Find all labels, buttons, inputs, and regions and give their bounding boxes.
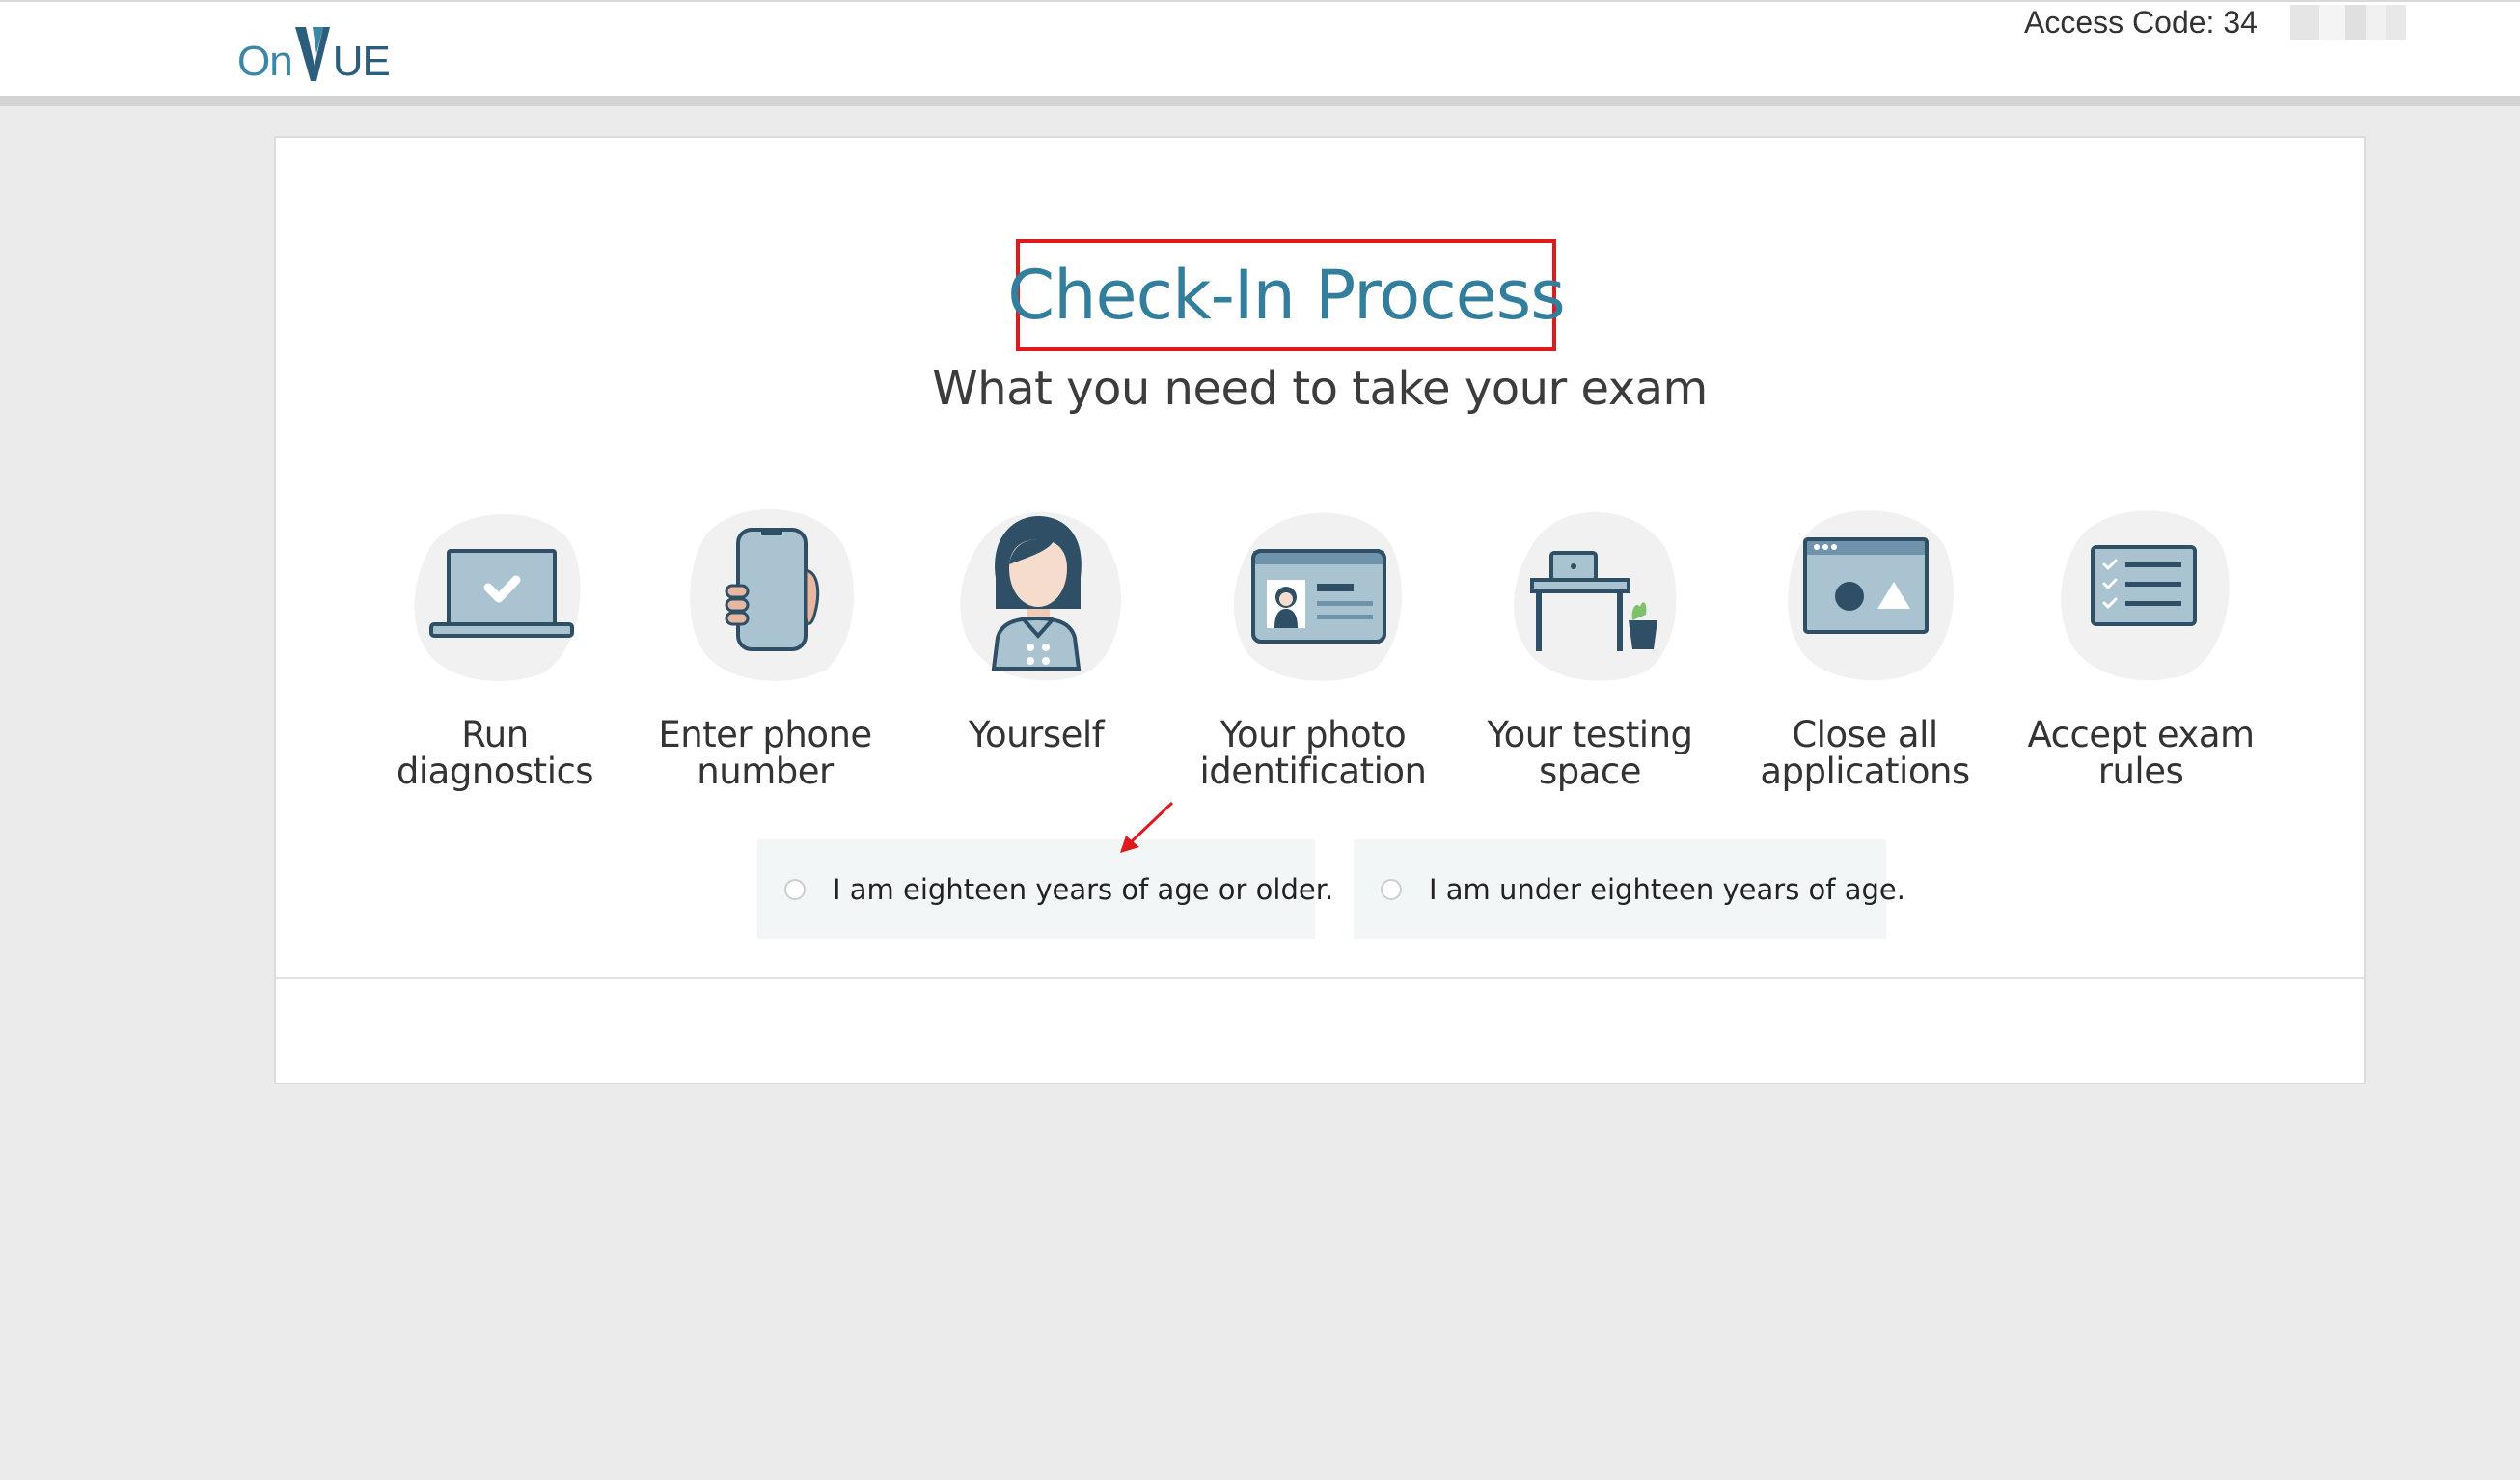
- laptop-check-icon: [414, 513, 581, 681]
- phone-in-hand-icon: [690, 508, 854, 681]
- annotation-arrow-icon: [1120, 801, 1174, 853]
- logo-ue-text: UE: [332, 38, 391, 85]
- step-label: Close all applications: [1760, 714, 1970, 792]
- top-bar-shadow: [0, 96, 2520, 106]
- step-label: Accept exam rules: [2027, 714, 2255, 792]
- step-label: Run diagnostics: [396, 714, 594, 792]
- access-code: Access Code: 34: [2024, 2, 2406, 42]
- desk-icon: [1514, 511, 1677, 681]
- page-subtitle: What you need to take your exam: [932, 362, 1708, 416]
- age-option-label: I am eighteen years of age or older.: [833, 872, 1334, 906]
- step-enter-phone-number: Enter phone number: [630, 495, 900, 790]
- age-option-under-eighteen[interactable]: I am under eighteen years of age.: [1354, 839, 1905, 939]
- access-code-redacted: [2260, 5, 2406, 40]
- app-window-icon: [1788, 510, 1954, 681]
- logo-v-mark: [293, 27, 332, 83]
- radio-button[interactable]: [1381, 878, 1402, 900]
- id-card-icon: [1233, 512, 1402, 681]
- step-yourself: Yourself: [901, 495, 1171, 754]
- step-label: Enter phone number: [658, 714, 872, 792]
- access-code-text: Access Code: 34: [2024, 4, 2258, 40]
- page-title: Check-In Process: [1007, 256, 1565, 335]
- checkin-card: Check-In Process What you need to take y…: [274, 136, 2366, 1084]
- logo-on-text: On: [237, 38, 293, 85]
- radio-button[interactable]: [784, 878, 806, 900]
- age-option-label: I am under eighteen years of age.: [1429, 872, 1905, 906]
- top-bar: On UE Access Code: 34: [0, 0, 2520, 96]
- step-close-applications: Close all applications: [1730, 495, 2000, 790]
- step-label: Yourself: [968, 714, 1105, 755]
- checklist-icon: [2061, 510, 2230, 681]
- card-divider: [276, 977, 2364, 979]
- person-icon: [960, 511, 1122, 681]
- step-label: Your testing space: [1487, 714, 1693, 792]
- step-accept-exam-rules: Accept exam rules: [2006, 495, 2276, 790]
- step-label: Your photo identification: [1199, 714, 1427, 792]
- age-option-eighteen-or-older[interactable]: I am eighteen years of age or older.: [757, 839, 1333, 939]
- step-testing-space: Your testing space: [1455, 495, 1725, 790]
- onvue-logo: On UE: [237, 25, 391, 85]
- step-photo-identification: Your photo identification: [1178, 495, 1448, 790]
- step-run-diagnostics: Run diagnostics: [360, 495, 630, 790]
- title-highlight-box: Check-In Process: [1007, 239, 1566, 351]
